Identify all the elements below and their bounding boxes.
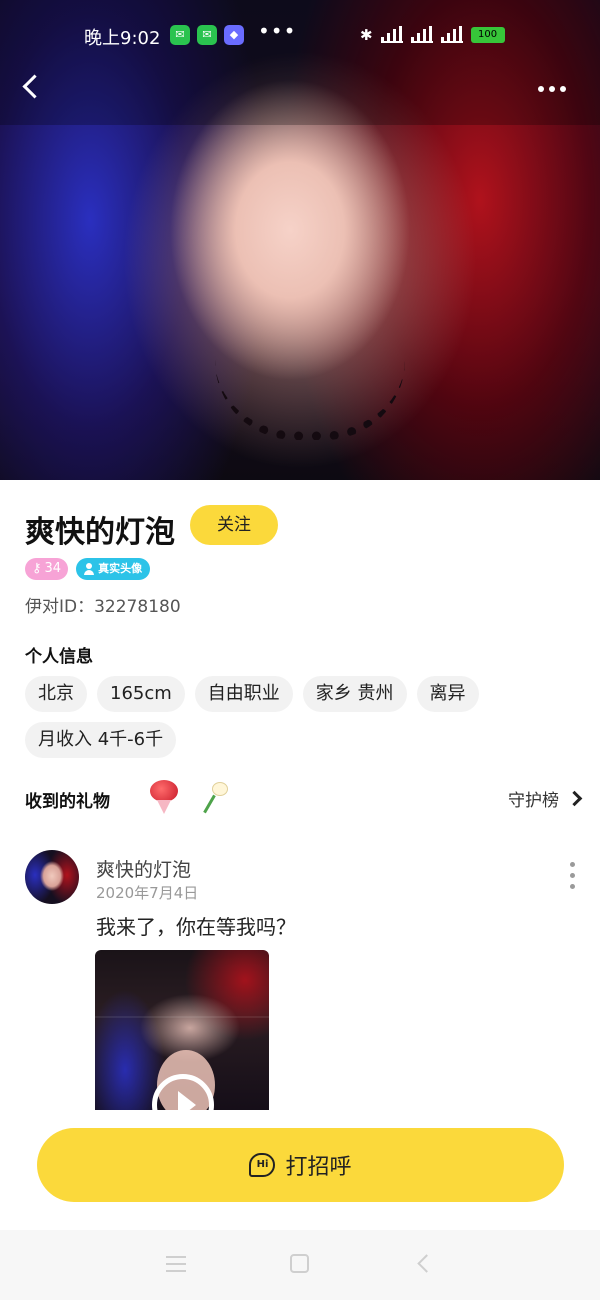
dot-icon — [569, 884, 575, 889]
back-icon[interactable] — [417, 1254, 436, 1273]
post-more-button[interactable] — [566, 862, 578, 894]
thumbnail-divider — [95, 1016, 269, 1018]
wechat-icon: ✉ — [197, 25, 217, 45]
info-tag-hometown: 家乡 贵州 — [302, 676, 407, 712]
battery-indicator: 100 — [470, 27, 505, 43]
dot-icon — [569, 862, 575, 867]
info-tag-city: 北京 — [25, 676, 87, 712]
user-id: 伊对ID：32278180 — [25, 592, 181, 617]
signal-icon — [380, 26, 403, 43]
hi-chat-icon: Hi — [249, 1153, 276, 1177]
post-author-name: 爽快的灯泡 — [96, 859, 192, 881]
level-value: 34 — [44, 561, 62, 576]
personal-info-title: 个人信息 — [25, 647, 93, 667]
back-button[interactable] — [18, 70, 48, 106]
greet-button[interactable]: Hi 打招呼 — [37, 1128, 564, 1202]
status-time: 晚上9:02 — [84, 28, 161, 49]
key-icon: ⚷ — [32, 561, 42, 576]
greet-label: 打招呼 — [285, 1155, 352, 1180]
post-video-thumbnail[interactable] — [95, 950, 269, 1110]
badge-row: ⚷ 34 真实头像 — [25, 558, 151, 580]
level-badge: ⚷ 34 — [25, 558, 69, 580]
post-date: 2020年7月4日 — [96, 884, 199, 902]
dot-icon — [560, 86, 566, 92]
dot-icon — [549, 86, 555, 92]
bluetooth-icon: ✱ — [360, 26, 373, 44]
guard-ranking-label: 守护榜 — [508, 791, 559, 811]
app-notification-icon: ◆ — [224, 25, 244, 45]
status-indicators: ✱ 100 — [360, 25, 505, 45]
more-notifications-icon: ••• — [258, 19, 297, 43]
signal-icon — [440, 26, 463, 43]
profile-cover-photo[interactable]: 晚上9:02 ✉ ✉ ◆ ••• ✱ 100 — [0, 0, 600, 480]
status-bar: 晚上9:02 ✉ ✉ ◆ ••• ✱ 100 — [0, 18, 600, 52]
rose-bouquet-icon[interactable] — [147, 778, 181, 816]
bottom-action-bar: Hi 打招呼 — [0, 1110, 600, 1230]
profile-name: 爽快的灯泡 — [25, 515, 175, 550]
guard-ranking-link[interactable]: 守护榜 — [508, 786, 583, 811]
dot-icon — [538, 86, 544, 92]
more-options-button[interactable] — [538, 80, 574, 98]
back-arrow-icon — [22, 74, 47, 99]
wechat-icon: ✉ — [170, 25, 190, 45]
verified-avatar-badge: 真实头像 — [76, 558, 151, 580]
post-text: 我来了，你在等我吗？ — [96, 915, 296, 939]
white-rose-icon[interactable] — [200, 778, 234, 816]
follow-button[interactable]: 关注 — [190, 505, 278, 545]
user-id-label: 伊对ID： — [25, 597, 95, 617]
system-nav-bar — [0, 1230, 600, 1300]
gifts-row: 收到的礼物 守护榜 — [25, 776, 583, 820]
person-icon — [84, 563, 95, 575]
avatar[interactable] — [25, 850, 79, 904]
info-tag-occupation: 自由职业 — [194, 676, 293, 712]
dot-icon — [569, 873, 575, 878]
gifts-title: 收到的礼物 — [25, 792, 110, 812]
info-tag-income: 月收入 4千-6千 — [25, 722, 177, 758]
signal-icon — [410, 26, 433, 43]
chevron-right-icon — [566, 790, 583, 807]
user-id-value: 32278180 — [94, 597, 181, 617]
home-icon[interactable] — [290, 1254, 309, 1273]
verified-label: 真实头像 — [98, 562, 143, 575]
info-tag-marital-status: 离异 — [416, 676, 479, 712]
menu-icon[interactable] — [166, 1256, 186, 1272]
photo-detail — [215, 360, 405, 440]
personal-info-tags: 北京 165cm 自由职业 家乡 贵州 离异 月收入 4千-6千 — [25, 676, 585, 758]
info-tag-height: 165cm — [97, 676, 185, 712]
